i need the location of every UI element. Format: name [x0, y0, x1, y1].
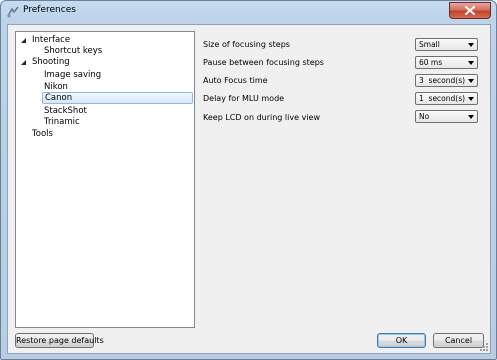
close-button[interactable] — [449, 2, 491, 19]
tree-item-label: Shortcut keys — [44, 46, 103, 56]
ok-button[interactable]: OK — [377, 333, 426, 348]
select-value: 3 second(s) — [419, 76, 466, 85]
select-value: 1 second(s) — [419, 94, 466, 103]
dialog-body: Interface Shortcut keys Shooting Image s… — [7, 24, 491, 354]
tree-item-canon[interactable]: Canon — [42, 92, 193, 104]
select-value: 60 ms — [419, 58, 443, 67]
focus-step-size-select[interactable]: Small — [415, 38, 478, 51]
setting-label-mlu-delay: Delay for MLU mode — [203, 94, 285, 103]
tree-item-label: Shooting — [32, 57, 70, 67]
cancel-button[interactable]: Cancel — [433, 333, 484, 348]
close-icon — [465, 6, 475, 15]
setting-label-auto-focus-time: Auto Focus time — [203, 76, 268, 85]
dropdown-arrow-icon — [468, 79, 474, 83]
setting-label-focus-step-size: Size of focusing steps — [203, 40, 290, 49]
tree-expanded-icon — [21, 38, 26, 43]
window-title: Preferences — [23, 5, 76, 15]
select-value: No — [419, 112, 430, 121]
tree-item-label: Canon — [45, 93, 73, 103]
title-bar[interactable]: Preferences — [1, 1, 496, 23]
restore-defaults-button[interactable]: Restore page defaults — [15, 333, 104, 348]
setting-label-keep-lcd-on: Keep LCD on during live view — [203, 113, 320, 122]
resize-grip-icon[interactable] — [479, 342, 489, 352]
tree-expanded-icon — [21, 60, 26, 65]
category-tree[interactable]: Interface Shortcut keys Shooting Image s… — [15, 31, 195, 328]
dropdown-arrow-icon — [468, 115, 474, 119]
select-value: Small — [419, 40, 440, 49]
dropdown-arrow-icon — [468, 61, 474, 65]
dropdown-arrow-icon — [468, 97, 474, 101]
auto-focus-time-select[interactable]: 3 second(s) — [415, 74, 478, 87]
focus-pause-select[interactable]: 60 ms — [415, 56, 478, 69]
tree-item-label: Nikon — [44, 82, 68, 92]
tree-item-tools[interactable]: Tools — [32, 128, 112, 140]
tree-item-label: Image saving — [44, 70, 102, 80]
app-icon — [7, 6, 19, 18]
tree-item-shooting[interactable]: Shooting — [18, 56, 98, 68]
keep-lcd-on-select[interactable]: No — [415, 110, 478, 123]
dropdown-arrow-icon — [468, 43, 474, 47]
tree-item-image-saving[interactable]: Image saving — [44, 69, 124, 81]
mlu-delay-select[interactable]: 1 second(s) — [415, 92, 478, 105]
tree-item-label: Tools — [32, 129, 53, 139]
tree-item-label: StackShot — [44, 106, 87, 116]
setting-label-focus-pause: Pause between focusing steps — [203, 58, 324, 67]
tree-item-label: Trinamic — [44, 117, 80, 127]
tree-item-trinamic[interactable]: Trinamic — [44, 116, 124, 128]
preferences-window: Preferences Interface Shortcut keys Shoo… — [0, 0, 497, 360]
